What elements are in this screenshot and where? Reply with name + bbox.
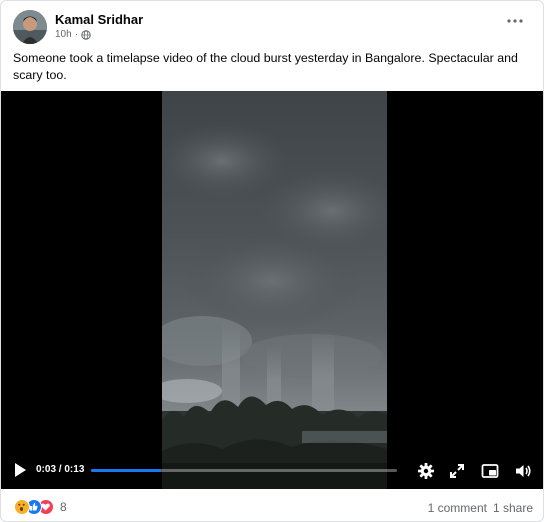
comment-count-link[interactable]: 1 comment bbox=[428, 501, 487, 515]
author-name[interactable]: Kamal Sridhar bbox=[55, 12, 143, 27]
progress-fill bbox=[91, 469, 162, 472]
progress-bar[interactable] bbox=[91, 469, 397, 472]
post-footer: 8 1 comment 1 share bbox=[1, 489, 543, 521]
video-time: 0:03 / 0:13 bbox=[36, 464, 84, 475]
wow-reaction-icon bbox=[14, 499, 30, 515]
fullscreen-icon[interactable] bbox=[448, 462, 466, 480]
post-header: Kamal Sridhar 10h · bbox=[13, 10, 531, 44]
globe-icon bbox=[81, 29, 91, 40]
current-time: 0:03 bbox=[36, 464, 57, 475]
post-caption: Someone took a timelapse video of the cl… bbox=[13, 51, 518, 82]
play-icon[interactable] bbox=[13, 462, 27, 478]
volume-icon[interactable] bbox=[514, 462, 532, 480]
video-frame[interactable] bbox=[162, 91, 387, 489]
reaction-count: 8 bbox=[60, 500, 67, 514]
feed-post: Kamal Sridhar 10h · Someone took a timel… bbox=[0, 0, 544, 522]
video-controls: 0:03 / 0:13 bbox=[1, 453, 543, 489]
video-player[interactable]: 0:03 / 0:13 bbox=[1, 91, 543, 489]
post-timestamp[interactable]: 10h bbox=[55, 29, 72, 40]
reaction-summary[interactable]: 8 bbox=[14, 499, 67, 515]
more-options-icon[interactable] bbox=[503, 14, 527, 36]
share-count-link[interactable]: 1 share bbox=[493, 501, 533, 515]
total-time: 0:13 bbox=[64, 464, 85, 475]
meta-separator: · bbox=[74, 29, 79, 40]
engagement-stats: 1 comment 1 share bbox=[428, 501, 533, 515]
post-meta: 10h · bbox=[55, 29, 91, 40]
picture-in-picture-icon[interactable] bbox=[481, 462, 499, 480]
author-avatar[interactable] bbox=[13, 10, 47, 44]
settings-icon[interactable] bbox=[417, 462, 435, 480]
